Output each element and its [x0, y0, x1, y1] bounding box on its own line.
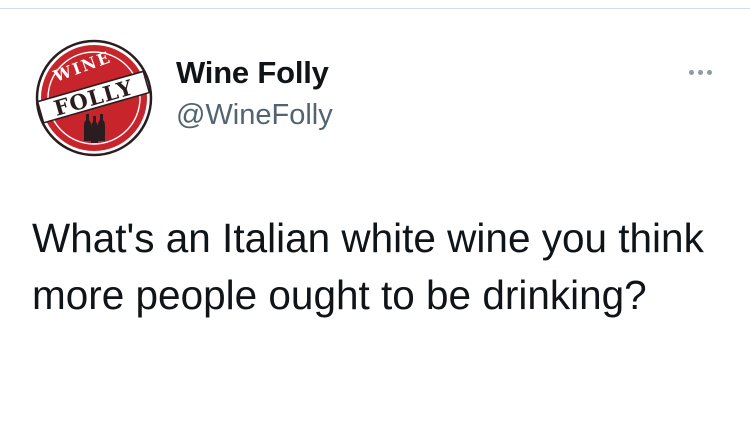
account-handle[interactable]: @WineFolly	[176, 99, 333, 132]
wine-folly-logo-icon: FOLLY WINE	[33, 37, 155, 159]
tweet-card[interactable]: FOLLY WINE Wine Folly @WineFolly What's …	[0, 0, 750, 440]
tweet-text: What's an Italian white wine you think m…	[32, 215, 716, 318]
more-options-button[interactable]	[680, 60, 720, 84]
avatar[interactable]: FOLLY WINE	[31, 35, 157, 161]
more-options-icon-dot	[706, 69, 712, 75]
display-name[interactable]: Wine Folly	[176, 55, 329, 91]
more-options-icon	[688, 69, 694, 75]
more-options-icon-dot	[697, 69, 703, 75]
